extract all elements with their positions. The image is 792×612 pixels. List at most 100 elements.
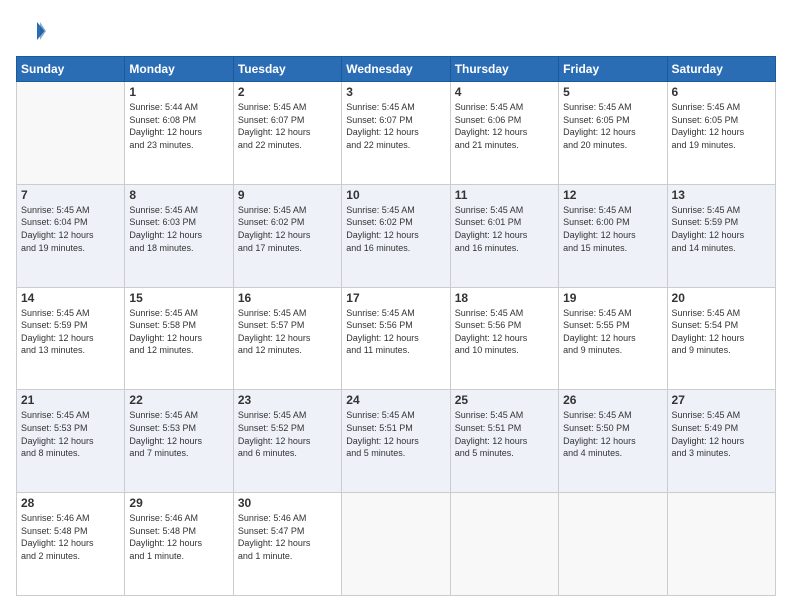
day-info: Sunrise: 5:45 AM Sunset: 5:49 PM Dayligh… bbox=[672, 409, 771, 459]
weekday-header-monday: Monday bbox=[125, 57, 233, 82]
logo bbox=[16, 16, 50, 46]
day-number: 22 bbox=[129, 393, 228, 407]
calendar-cell: 27 Sunrise: 5:45 AM Sunset: 5:49 PM Dayli… bbox=[667, 390, 775, 493]
calendar-cell: 1 Sunrise: 5:44 AM Sunset: 6:08 PM Daylig… bbox=[125, 82, 233, 185]
day-number: 28 bbox=[21, 496, 120, 510]
day-number: 29 bbox=[129, 496, 228, 510]
day-info: Sunrise: 5:45 AM Sunset: 6:07 PM Dayligh… bbox=[346, 101, 445, 151]
day-info: Sunrise: 5:45 AM Sunset: 5:59 PM Dayligh… bbox=[21, 307, 120, 357]
day-info: Sunrise: 5:45 AM Sunset: 5:53 PM Dayligh… bbox=[129, 409, 228, 459]
day-number: 20 bbox=[672, 291, 771, 305]
calendar-cell bbox=[450, 493, 558, 596]
calendar-cell: 19 Sunrise: 5:45 AM Sunset: 5:55 PM Dayli… bbox=[559, 287, 667, 390]
calendar-week-row: 1 Sunrise: 5:44 AM Sunset: 6:08 PM Daylig… bbox=[17, 82, 776, 185]
day-info: Sunrise: 5:45 AM Sunset: 5:53 PM Dayligh… bbox=[21, 409, 120, 459]
weekday-header-tuesday: Tuesday bbox=[233, 57, 341, 82]
day-number: 9 bbox=[238, 188, 337, 202]
calendar-cell: 13 Sunrise: 5:45 AM Sunset: 5:59 PM Dayli… bbox=[667, 184, 775, 287]
weekday-header-friday: Friday bbox=[559, 57, 667, 82]
weekday-header-wednesday: Wednesday bbox=[342, 57, 450, 82]
calendar-cell: 20 Sunrise: 5:45 AM Sunset: 5:54 PM Dayli… bbox=[667, 287, 775, 390]
day-number: 15 bbox=[129, 291, 228, 305]
calendar-cell: 9 Sunrise: 5:45 AM Sunset: 6:02 PM Daylig… bbox=[233, 184, 341, 287]
day-number: 21 bbox=[21, 393, 120, 407]
day-info: Sunrise: 5:45 AM Sunset: 5:51 PM Dayligh… bbox=[346, 409, 445, 459]
calendar-cell bbox=[667, 493, 775, 596]
calendar-cell: 14 Sunrise: 5:45 AM Sunset: 5:59 PM Dayli… bbox=[17, 287, 125, 390]
calendar-cell: 7 Sunrise: 5:45 AM Sunset: 6:04 PM Daylig… bbox=[17, 184, 125, 287]
day-info: Sunrise: 5:45 AM Sunset: 6:04 PM Dayligh… bbox=[21, 204, 120, 254]
calendar-cell: 23 Sunrise: 5:45 AM Sunset: 5:52 PM Dayli… bbox=[233, 390, 341, 493]
weekday-header-sunday: Sunday bbox=[17, 57, 125, 82]
calendar-cell: 18 Sunrise: 5:45 AM Sunset: 5:56 PM Dayli… bbox=[450, 287, 558, 390]
day-info: Sunrise: 5:45 AM Sunset: 6:02 PM Dayligh… bbox=[238, 204, 337, 254]
day-number: 18 bbox=[455, 291, 554, 305]
day-info: Sunrise: 5:45 AM Sunset: 6:03 PM Dayligh… bbox=[129, 204, 228, 254]
day-info: Sunrise: 5:45 AM Sunset: 5:50 PM Dayligh… bbox=[563, 409, 662, 459]
calendar-cell: 8 Sunrise: 5:45 AM Sunset: 6:03 PM Daylig… bbox=[125, 184, 233, 287]
day-number: 2 bbox=[238, 85, 337, 99]
day-number: 1 bbox=[129, 85, 228, 99]
day-info: Sunrise: 5:45 AM Sunset: 6:00 PM Dayligh… bbox=[563, 204, 662, 254]
day-number: 14 bbox=[21, 291, 120, 305]
calendar-cell: 24 Sunrise: 5:45 AM Sunset: 5:51 PM Dayli… bbox=[342, 390, 450, 493]
calendar-cell: 6 Sunrise: 5:45 AM Sunset: 6:05 PM Daylig… bbox=[667, 82, 775, 185]
calendar-cell: 3Sunrise: 5:45 AM Sunset: 6:07 PM Daylig… bbox=[342, 82, 450, 185]
day-info: Sunrise: 5:46 AM Sunset: 5:48 PM Dayligh… bbox=[129, 512, 228, 562]
calendar-cell: 15 Sunrise: 5:45 AM Sunset: 5:58 PM Dayli… bbox=[125, 287, 233, 390]
calendar-cell: 28 Sunrise: 5:46 AM Sunset: 5:48 PM Dayli… bbox=[17, 493, 125, 596]
weekday-header-row: SundayMondayTuesdayWednesdayThursdayFrid… bbox=[17, 57, 776, 82]
calendar-week-row: 7 Sunrise: 5:45 AM Sunset: 6:04 PM Daylig… bbox=[17, 184, 776, 287]
calendar-cell bbox=[17, 82, 125, 185]
calendar-cell: 21 Sunrise: 5:45 AM Sunset: 5:53 PM Dayli… bbox=[17, 390, 125, 493]
day-number: 10 bbox=[346, 188, 445, 202]
calendar-cell: 25 Sunrise: 5:45 AM Sunset: 5:51 PM Dayli… bbox=[450, 390, 558, 493]
day-info: Sunrise: 5:44 AM Sunset: 6:08 PM Dayligh… bbox=[129, 101, 228, 151]
day-number: 8 bbox=[129, 188, 228, 202]
day-number: 6 bbox=[672, 85, 771, 99]
calendar-cell: 30 Sunrise: 5:46 AM Sunset: 5:47 PM Dayli… bbox=[233, 493, 341, 596]
day-info: Sunrise: 5:45 AM Sunset: 6:01 PM Dayligh… bbox=[455, 204, 554, 254]
calendar-cell: 26Sunrise: 5:45 AM Sunset: 5:50 PM Dayli… bbox=[559, 390, 667, 493]
day-info: Sunrise: 5:45 AM Sunset: 5:55 PM Dayligh… bbox=[563, 307, 662, 357]
day-number: 24 bbox=[346, 393, 445, 407]
weekday-header-thursday: Thursday bbox=[450, 57, 558, 82]
day-number: 16 bbox=[238, 291, 337, 305]
page: SundayMondayTuesdayWednesdayThursdayFrid… bbox=[0, 0, 792, 612]
calendar-cell: 5Sunrise: 5:45 AM Sunset: 6:05 PM Daylig… bbox=[559, 82, 667, 185]
day-info: Sunrise: 5:45 AM Sunset: 5:56 PM Dayligh… bbox=[346, 307, 445, 357]
day-number: 13 bbox=[672, 188, 771, 202]
calendar-cell: 29 Sunrise: 5:46 AM Sunset: 5:48 PM Dayli… bbox=[125, 493, 233, 596]
calendar-cell: 12Sunrise: 5:45 AM Sunset: 6:00 PM Dayli… bbox=[559, 184, 667, 287]
calendar-cell: 22 Sunrise: 5:45 AM Sunset: 5:53 PM Dayli… bbox=[125, 390, 233, 493]
day-number: 25 bbox=[455, 393, 554, 407]
day-info: Sunrise: 5:46 AM Sunset: 5:48 PM Dayligh… bbox=[21, 512, 120, 562]
calendar-cell: 17 Sunrise: 5:45 AM Sunset: 5:56 PM Dayli… bbox=[342, 287, 450, 390]
calendar-table: SundayMondayTuesdayWednesdayThursdayFrid… bbox=[16, 56, 776, 596]
day-number: 17 bbox=[346, 291, 445, 305]
day-info: Sunrise: 5:45 AM Sunset: 5:54 PM Dayligh… bbox=[672, 307, 771, 357]
weekday-header-saturday: Saturday bbox=[667, 57, 775, 82]
day-number: 7 bbox=[21, 188, 120, 202]
day-info: Sunrise: 5:46 AM Sunset: 5:47 PM Dayligh… bbox=[238, 512, 337, 562]
logo-icon bbox=[16, 16, 46, 46]
day-info: Sunrise: 5:45 AM Sunset: 6:02 PM Dayligh… bbox=[346, 204, 445, 254]
header bbox=[16, 16, 776, 46]
day-info: Sunrise: 5:45 AM Sunset: 5:58 PM Dayligh… bbox=[129, 307, 228, 357]
day-number: 23 bbox=[238, 393, 337, 407]
calendar-cell bbox=[559, 493, 667, 596]
day-info: Sunrise: 5:45 AM Sunset: 5:51 PM Dayligh… bbox=[455, 409, 554, 459]
calendar-week-row: 14 Sunrise: 5:45 AM Sunset: 5:59 PM Dayli… bbox=[17, 287, 776, 390]
day-info: Sunrise: 5:45 AM Sunset: 5:59 PM Dayligh… bbox=[672, 204, 771, 254]
day-number: 27 bbox=[672, 393, 771, 407]
calendar-cell: 4 Sunrise: 5:45 AM Sunset: 6:06 PM Daylig… bbox=[450, 82, 558, 185]
day-number: 4 bbox=[455, 85, 554, 99]
day-number: 19 bbox=[563, 291, 662, 305]
day-info: Sunrise: 5:45 AM Sunset: 6:05 PM Dayligh… bbox=[672, 101, 771, 151]
calendar-cell: 2Sunrise: 5:45 AM Sunset: 6:07 PM Daylig… bbox=[233, 82, 341, 185]
day-info: Sunrise: 5:45 AM Sunset: 6:06 PM Dayligh… bbox=[455, 101, 554, 151]
day-number: 30 bbox=[238, 496, 337, 510]
calendar-cell: 11Sunrise: 5:45 AM Sunset: 6:01 PM Dayli… bbox=[450, 184, 558, 287]
day-info: Sunrise: 5:45 AM Sunset: 5:56 PM Dayligh… bbox=[455, 307, 554, 357]
day-info: Sunrise: 5:45 AM Sunset: 5:52 PM Dayligh… bbox=[238, 409, 337, 459]
